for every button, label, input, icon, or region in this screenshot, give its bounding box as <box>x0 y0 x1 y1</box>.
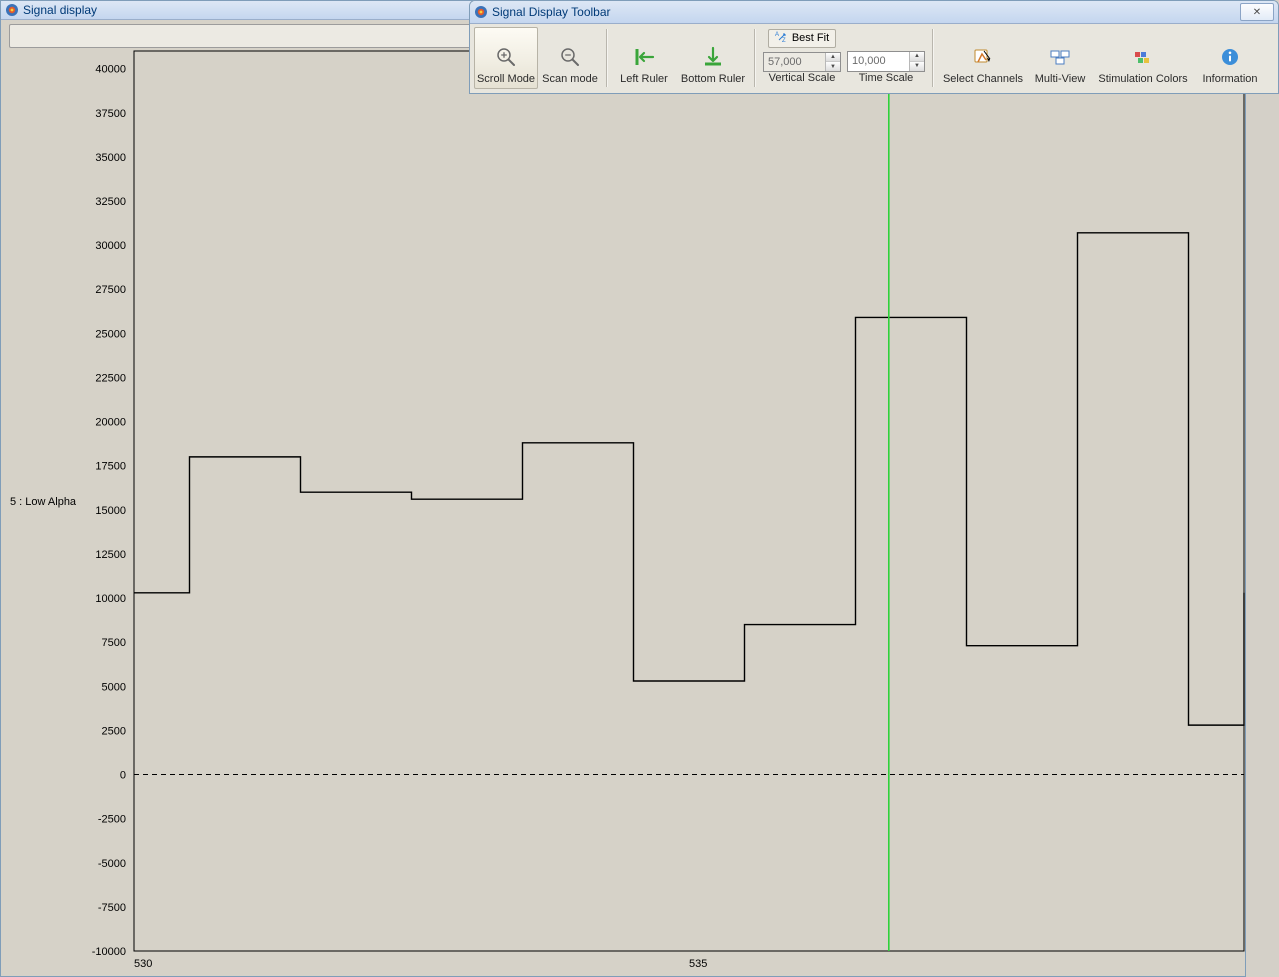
time-scale-group: ▲▼ Time Scale <box>844 27 928 89</box>
multi-view-icon <box>1049 43 1071 71</box>
scan-mode-label: Scan mode <box>542 73 598 85</box>
select-channels-label: Select Channels <box>943 73 1023 85</box>
svg-text:2500: 2500 <box>102 725 126 737</box>
separator <box>606 29 608 87</box>
scroll-mode-button[interactable]: Scroll Mode <box>474 27 538 89</box>
svg-text:10000: 10000 <box>95 593 126 605</box>
signal-plot[interactable]: 4000037500350003250030000275002500022500… <box>2 49 1246 977</box>
close-icon: ✕ <box>1253 7 1261 18</box>
best-fit-icon: AZ <box>775 31 789 46</box>
vertical-scale-label: Vertical Scale <box>769 72 836 86</box>
svg-text:7500: 7500 <box>102 637 126 649</box>
bottom-ruler-button[interactable]: Bottom Ruler <box>676 27 750 89</box>
information-label: Information <box>1202 73 1257 85</box>
plot-area[interactable]: 4000037500350003250030000275002500022500… <box>2 49 1244 975</box>
separator <box>932 29 934 87</box>
scan-mode-button[interactable]: Scan mode <box>538 27 602 89</box>
magnifier-plus-icon <box>495 43 517 71</box>
bottom-ruler-label: Bottom Ruler <box>681 73 745 85</box>
svg-text:22500: 22500 <box>95 372 126 384</box>
time-scale-value[interactable] <box>848 52 909 71</box>
separator <box>754 29 756 87</box>
svg-text:27500: 27500 <box>95 284 126 296</box>
svg-text:37500: 37500 <box>95 108 126 120</box>
down-arrow-icon[interactable]: ▼ <box>910 62 924 71</box>
magnifier-minus-icon <box>559 43 581 71</box>
svg-text:-7500: -7500 <box>98 902 126 914</box>
svg-text:30000: 30000 <box>95 240 126 252</box>
vertical-scale-value[interactable] <box>764 53 825 71</box>
toolbar-titlebar[interactable]: Signal Display Toolbar ✕ <box>470 1 1278 24</box>
svg-text:535: 535 <box>689 958 707 970</box>
best-fit-button[interactable]: AZ Best Fit <box>768 29 836 48</box>
select-channels-icon <box>972 43 994 71</box>
svg-text:530: 530 <box>134 958 152 970</box>
svg-text:5000: 5000 <box>102 681 126 693</box>
spinner-arrows[interactable]: ▲▼ <box>909 52 924 71</box>
main-window-title: Signal display <box>23 3 97 17</box>
stimulation-colors-label: Stimulation Colors <box>1098 73 1187 85</box>
multi-view-label: Multi-View <box>1035 73 1086 85</box>
toolbar-strip: Scroll Mode Scan mode Left Ruler Bottom … <box>474 27 1274 89</box>
app-icon <box>474 5 488 19</box>
svg-text:25000: 25000 <box>95 328 126 340</box>
svg-text:17500: 17500 <box>95 461 126 473</box>
svg-text:Z: Z <box>782 38 786 43</box>
left-ruler-label: Left Ruler <box>620 73 668 85</box>
signal-display-window: Signal display 40000 37500 35000 32500 30000… <box>0 0 1246 977</box>
close-button[interactable]: ✕ <box>1240 3 1274 21</box>
app-icon <box>5 3 19 17</box>
info-icon <box>1220 43 1240 71</box>
down-arrow-icon[interactable]: ▼ <box>826 62 840 71</box>
up-arrow-icon[interactable]: ▲ <box>826 53 840 63</box>
svg-text:20000: 20000 <box>95 417 126 429</box>
spinner-arrows[interactable]: ▲▼ <box>825 53 840 71</box>
svg-text:-10000: -10000 <box>92 946 126 958</box>
signal-display-toolbar-window: Signal Display Toolbar ✕ Scroll Mode Sca… <box>469 0 1279 94</box>
scroll-mode-label: Scroll Mode <box>477 73 535 85</box>
left-ruler-button[interactable]: Left Ruler <box>612 27 676 89</box>
toolbar-window-title: Signal Display Toolbar <box>492 5 611 19</box>
vertical-scale-input[interactable]: ▲▼ <box>763 52 841 72</box>
information-button[interactable]: Information <box>1194 27 1266 89</box>
select-channels-button[interactable]: Select Channels <box>938 27 1028 89</box>
svg-text:0: 0 <box>120 770 126 782</box>
svg-text:15000: 15000 <box>95 505 126 517</box>
palette-icon <box>1132 43 1154 71</box>
time-scale-input[interactable]: ▲▼ <box>847 51 925 72</box>
stimulation-colors-button[interactable]: Stimulation Colors <box>1092 27 1194 89</box>
multi-view-button[interactable]: Multi-View <box>1028 27 1092 89</box>
svg-text:A: A <box>775 32 779 38</box>
svg-text:-5000: -5000 <box>98 858 126 870</box>
svg-text:12500: 12500 <box>95 549 126 561</box>
svg-text:-2500: -2500 <box>98 814 126 826</box>
svg-text:40000: 40000 <box>95 64 126 76</box>
svg-text:32500: 32500 <box>95 196 126 208</box>
svg-text:5 : Low Alpha: 5 : Low Alpha <box>10 496 77 508</box>
svg-text:35000: 35000 <box>95 152 126 164</box>
time-scale-label: Time Scale <box>859 72 914 86</box>
bottom-ruler-icon <box>701 43 725 71</box>
best-fit-label: Best Fit <box>792 32 829 44</box>
up-arrow-icon[interactable]: ▲ <box>910 52 924 62</box>
left-ruler-icon <box>632 43 656 71</box>
vertical-scale-group: AZ Best Fit ▲▼ Vertical Scale <box>760 27 844 89</box>
